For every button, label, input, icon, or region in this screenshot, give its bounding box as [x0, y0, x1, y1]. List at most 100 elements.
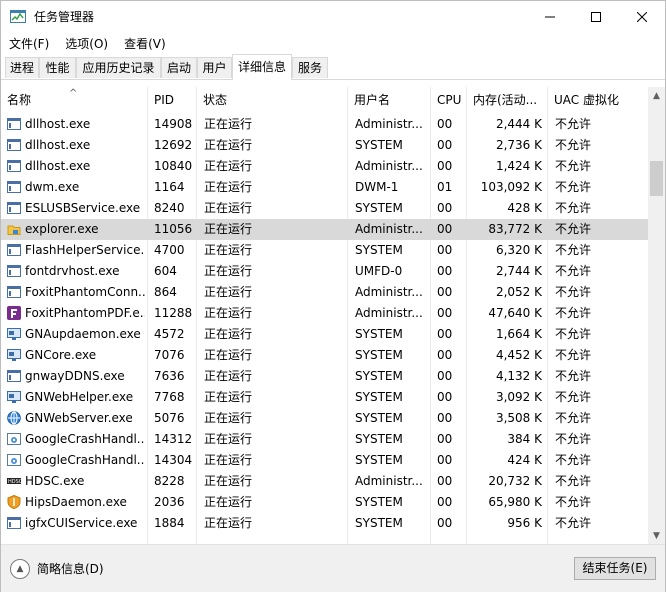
cell-user: SYSTEM	[355, 411, 403, 425]
cell-uac: 不允许	[555, 474, 592, 488]
cell-uac: 不允许	[555, 348, 592, 362]
table-row[interactable]: GNWebServer.exe 5076 正在运行 SYSTEM 00 3,508 K 不允…	[1, 408, 649, 429]
column-header-cpu[interactable]: CPU	[431, 87, 467, 114]
table-row[interactable]: dllhost.exe 12692 正在运行 SYSTEM 00 2,736 K 不允许	[1, 135, 649, 156]
cell-cpu: 00	[437, 285, 453, 299]
cell-user: DWM-1	[355, 180, 399, 194]
table-row[interactable]: dllhost.exe 10840 正在运行 Administr... 00 1,424 …	[1, 156, 649, 177]
cell-name: HipsDaemon.exe	[25, 495, 127, 509]
cell-mem: 6,320 K	[495, 243, 542, 257]
cell-status: 正在运行	[204, 495, 253, 509]
cell-status: 正在运行	[204, 348, 253, 362]
table-row[interactable]: dwm.exe 1164 正在运行 DWM-1 01 103,092 K 不允许	[1, 177, 649, 198]
cell-status: 正在运行	[204, 306, 253, 320]
table-row[interactable]: FoxitPhantomPDF.e... 11288 正在运行 Administr..…	[1, 303, 649, 324]
table-row[interactable]: fontdrvhost.exe 604 正在运行 UMFD-0 00 2,744 K 不允许	[1, 261, 649, 282]
cell-name: igfxCUIService.exe	[25, 516, 138, 530]
maximize-button[interactable]	[573, 1, 619, 32]
cell-cpu: 01	[437, 180, 453, 194]
cell-pid: 12692	[154, 138, 193, 152]
close-button[interactable]	[619, 1, 665, 32]
generic-app-icon	[7, 244, 21, 256]
tab-users[interactable]: 用户	[197, 57, 232, 78]
table-row[interactable]: FlashHelperService... 4700 正在运行 SYSTEM 00 6,3…	[1, 240, 649, 261]
cell-mem: 2,744 K	[495, 264, 542, 278]
scroll-down-icon[interactable]: ▼	[648, 527, 665, 544]
table-row[interactable]: HDSC HDSC.exe 8228 正在运行 Administr... 00 20,732…	[1, 471, 649, 492]
table-row[interactable]: ESLUSBService.exe 8240 正在运行 SYSTEM 00 428 K 不允…	[1, 198, 649, 219]
tab-app-history[interactable]: 应用历史记录	[76, 57, 161, 78]
cell-user: SYSTEM	[355, 516, 403, 530]
cell-name: dllhost.exe	[25, 159, 91, 173]
cell-user: SYSTEM	[355, 138, 403, 152]
cell-mem: 2,444 K	[495, 117, 542, 131]
title-bar[interactable]: 任务管理器	[1, 1, 665, 32]
table-row[interactable]: dllhost.exe 14908 正在运行 Administr... 00 2,444 …	[1, 114, 649, 135]
cell-mem: 384 K	[507, 432, 542, 446]
cell-cpu: 00	[437, 117, 453, 131]
cell-user: UMFD-0	[355, 264, 403, 278]
cell-status: 正在运行	[204, 201, 253, 215]
tab-strip: 进程 性能 应用历史记录 启动 用户 详细信息 服务	[1, 54, 665, 80]
table-row[interactable]: explorer.exe 11056 正在运行 Administr... 00 83,77…	[1, 219, 649, 240]
cell-cpu: 00	[437, 159, 453, 173]
fewer-details-link[interactable]: 简略信息(D)	[37, 559, 104, 579]
table-row[interactable]: igfxCUIService.exe 1884 正在运行 SYSTEM 00 956 K 不…	[1, 513, 649, 534]
generic-app-icon	[7, 181, 21, 193]
vertical-scrollbar[interactable]: ▲ ▼	[648, 87, 665, 544]
menu-options[interactable]: 选项(O)	[57, 35, 116, 52]
cell-status: 正在运行	[204, 411, 253, 425]
cell-pid: 10840	[154, 159, 193, 173]
cell-cpu: 00	[437, 390, 453, 404]
column-header-uac[interactable]: UAC 虚拟化	[548, 87, 649, 114]
tab-details[interactable]: 详细信息	[232, 54, 292, 80]
cell-pid: 14304	[154, 453, 193, 467]
cell-pid: 604	[154, 264, 177, 278]
close-icon	[637, 11, 647, 22]
cell-user: Administr...	[355, 159, 423, 173]
menu-view[interactable]: 查看(V)	[116, 35, 174, 52]
foxit-icon	[7, 306, 21, 320]
cell-user: SYSTEM	[355, 243, 403, 257]
tab-services[interactable]: 服务	[292, 57, 328, 78]
table-row[interactable]: FoxitPhantomConn... 864 正在运行 Administr... 00…	[1, 282, 649, 303]
footer-bar: ▲ 简略信息(D) 结束任务(E)	[1, 544, 665, 592]
table-header: ^ 名称 PID 状态 用户名 CPU 内存(活动... UAC 虚拟化	[1, 87, 649, 114]
table-row[interactable]: GNCore.exe 7076 正在运行 SYSTEM 00 4,452 K 不允许	[1, 345, 649, 366]
generic-app-icon	[7, 370, 21, 382]
cell-name: fontdrvhost.exe	[25, 264, 120, 278]
cell-uac: 不允许	[555, 243, 592, 257]
cell-pid: 14908	[154, 117, 193, 131]
cell-uac: 不允许	[555, 285, 592, 299]
cell-user: Administr...	[355, 117, 423, 131]
table-row[interactable]: GNAupdaemon.exe 4572 正在运行 SYSTEM 00 1,664 K 不允…	[1, 324, 649, 345]
column-header-status[interactable]: 状态	[197, 87, 348, 114]
tab-startup[interactable]: 启动	[161, 57, 197, 78]
table-row[interactable]: GoogleCrashHandl... 14304 正在运行 SYSTEM 00 424 …	[1, 450, 649, 471]
tab-performance[interactable]: 性能	[39, 57, 76, 78]
cell-cpu: 00	[437, 138, 453, 152]
monitor-icon	[7, 349, 21, 361]
minimize-button[interactable]	[527, 1, 573, 32]
cell-mem: 424 K	[507, 453, 542, 467]
table-row[interactable]: gnwayDDNS.exe 7636 正在运行 SYSTEM 00 4,132 K 不允许	[1, 366, 649, 387]
tab-processes[interactable]: 进程	[5, 57, 39, 78]
scroll-up-icon[interactable]: ▲	[648, 87, 665, 104]
table-row[interactable]: GNWebHelper.exe 7768 正在运行 SYSTEM 00 3,092 K 不允…	[1, 387, 649, 408]
end-task-button[interactable]: 结束任务(E)	[574, 557, 656, 580]
menu-file[interactable]: 文件(F)	[1, 35, 57, 52]
column-header-memory[interactable]: 内存(活动...	[467, 87, 548, 114]
column-header-pid[interactable]: PID	[148, 87, 197, 114]
generic-app-icon	[7, 202, 21, 214]
cell-pid: 11288	[154, 306, 193, 320]
cell-name: GoogleCrashHandl...	[25, 432, 145, 446]
column-header-username[interactable]: 用户名	[348, 87, 431, 114]
table-row[interactable]: GoogleCrashHandl... 14312 正在运行 SYSTEM 00 384 …	[1, 429, 649, 450]
column-header-name[interactable]: ^ 名称	[1, 87, 148, 114]
chevron-up-icon[interactable]: ▲	[10, 559, 30, 579]
table-row[interactable]: HipsDaemon.exe 2036 正在运行 SYSTEM 00 65,980 K 不允…	[1, 492, 649, 513]
cell-status: 正在运行	[204, 117, 253, 131]
cell-cpu: 00	[437, 306, 453, 320]
scrollbar-thumb[interactable]	[650, 161, 663, 196]
cell-mem: 2,052 K	[495, 285, 542, 299]
